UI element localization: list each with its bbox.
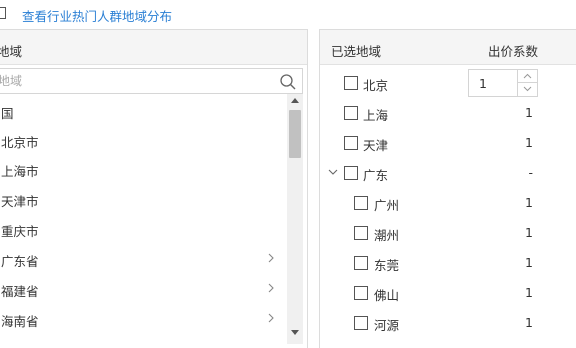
- selected-region-name: 河源: [374, 318, 400, 333]
- region-checkbox[interactable]: [344, 106, 358, 120]
- chevron-up-icon: [523, 73, 532, 79]
- selected-region-name: 广州: [374, 198, 400, 213]
- table-row: 潮州 1: [320, 218, 576, 248]
- list-item[interactable]: 福建省: [0, 274, 287, 304]
- region-label: 上海市: [1, 164, 39, 179]
- bid-coefficient-value: 1: [525, 135, 533, 150]
- region-label: 国: [1, 106, 14, 121]
- scroll-thumb[interactable]: [289, 110, 301, 158]
- chevron-down-icon: [523, 86, 532, 92]
- bid-coefficient-value: 1: [525, 195, 533, 210]
- industry-region-link[interactable]: 查看行业热门人群地域分布: [22, 6, 172, 25]
- top-bar: 查看行业热门人群地域分布: [0, 0, 576, 28]
- stepper-decrement-button[interactable]: [518, 83, 537, 96]
- bid-coefficient-value: 1: [525, 105, 533, 120]
- chevron-down-icon[interactable]: [327, 166, 339, 178]
- selected-region-name: 上海: [363, 108, 389, 123]
- selected-regions-title: 已选地域: [331, 44, 382, 59]
- region-checkbox[interactable]: [344, 136, 358, 150]
- region-checkbox[interactable]: [354, 286, 368, 300]
- scroll-down-arrow-icon[interactable]: [291, 330, 299, 335]
- list-item[interactable]: 国: [0, 96, 287, 126]
- region-picker-title: 地域: [0, 44, 23, 59]
- selected-region-name: 潮州: [374, 228, 400, 243]
- table-row: 广州 1: [320, 188, 576, 218]
- bid-coefficient-stepper[interactable]: 1: [468, 69, 538, 97]
- selected-regions-header: 已选地域 出价系数: [320, 30, 576, 65]
- region-label: 福建省: [1, 284, 39, 299]
- search-icon[interactable]: [279, 73, 297, 91]
- stepper-value[interactable]: 1: [479, 76, 487, 91]
- bid-coefficient-value: 1: [525, 255, 533, 270]
- region-label: 重庆市: [1, 224, 39, 239]
- table-row: 广东 -: [320, 158, 576, 188]
- region-label: 广东省: [1, 254, 39, 269]
- list-item[interactable]: 重庆市: [0, 214, 287, 244]
- table-row: 东莞 1: [320, 248, 576, 278]
- region-list: 国 北京市 上海市 天津市 重庆市 广东省 福建省 海南省: [0, 96, 287, 348]
- list-item[interactable]: 广东省: [0, 244, 287, 274]
- top-checkbox[interactable]: [0, 7, 6, 19]
- region-checkbox[interactable]: [344, 76, 358, 90]
- region-label: 海南省: [1, 314, 39, 329]
- region-list-scrollbar[interactable]: [287, 94, 303, 344]
- stepper-buttons: [517, 70, 537, 96]
- list-item[interactable]: 北京市: [0, 125, 287, 155]
- chevron-right-icon: [268, 253, 274, 263]
- list-item[interactable]: 上海市: [0, 154, 287, 184]
- bid-coefficient-value: 1: [525, 315, 533, 330]
- table-row: 上海 1: [320, 98, 576, 128]
- selected-region-name: 广东: [363, 168, 389, 183]
- selected-regions-panel: 已选地域 出价系数 北京 1 上海 1 天津 1 广东 - 广州 1 潮州 1 …: [319, 29, 576, 348]
- region-checkbox[interactable]: [354, 196, 368, 210]
- bid-coefficient-value: -: [528, 165, 533, 180]
- table-row: 河源 1: [320, 308, 576, 338]
- selected-region-name: 东莞: [374, 258, 400, 273]
- chevron-right-icon: [268, 283, 274, 293]
- selected-region-name: 天津: [363, 138, 389, 153]
- region-search-input[interactable]: [0, 71, 268, 91]
- scroll-up-arrow-icon[interactable]: [291, 98, 299, 103]
- selected-region-name: 佛山: [374, 288, 400, 303]
- region-picker-header: 地域: [0, 30, 307, 65]
- region-label: 北京市: [1, 135, 39, 150]
- list-item[interactable]: 海南省: [0, 304, 287, 334]
- table-row: 佛山 1: [320, 278, 576, 308]
- selected-region-name: 北京: [363, 78, 389, 93]
- table-row: 天津 1: [320, 128, 576, 158]
- region-checkbox[interactable]: [354, 316, 368, 330]
- region-picker-panel: 地域 国 北京市 上海市 天津市 重庆市 广东省 福建省: [0, 29, 308, 348]
- bid-coefficient-value: 1: [525, 225, 533, 240]
- list-item[interactable]: 天津市: [0, 184, 287, 214]
- chevron-right-icon: [268, 313, 274, 323]
- region-checkbox[interactable]: [344, 166, 358, 180]
- region-label: 天津市: [1, 194, 39, 209]
- bid-coefficient-value: 1: [525, 285, 533, 300]
- region-search-box: [0, 68, 303, 94]
- bid-coefficient-title: 出价系数: [488, 44, 539, 59]
- region-checkbox[interactable]: [354, 256, 368, 270]
- region-checkbox[interactable]: [354, 226, 368, 240]
- stepper-increment-button[interactable]: [518, 70, 537, 83]
